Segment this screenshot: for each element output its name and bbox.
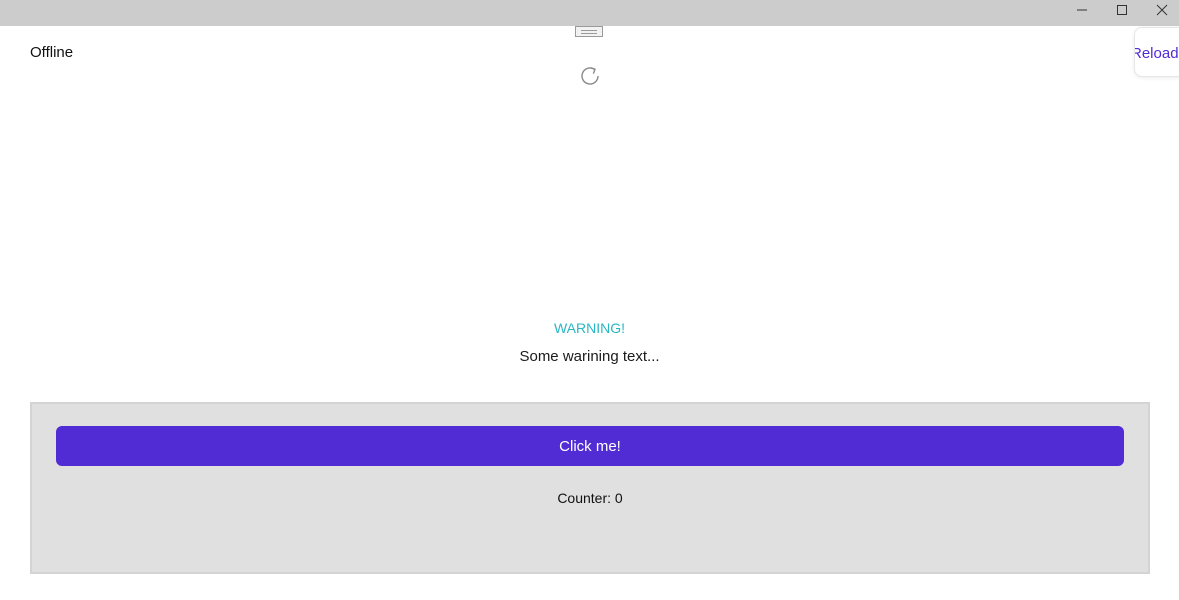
minimize-icon [1077,9,1087,11]
click-me-button[interactable]: Click me! [56,426,1124,466]
refresh-icon[interactable] [578,64,602,88]
reload-button[interactable]: Reload [1134,27,1179,77]
maximize-button[interactable] [1102,0,1142,20]
minimize-button[interactable] [1062,0,1102,20]
reload-label: Reload [1134,45,1179,62]
warning-text: Some warining text... [519,348,660,365]
warning-title: WARNING! [553,320,626,336]
close-button[interactable] [1142,0,1179,20]
maximize-icon [1117,5,1127,15]
close-icon [1156,4,1168,16]
counter-panel: Click me! Counter: 0 [30,402,1150,574]
counter-label: Counter: 0 [557,490,623,506]
connection-status: Offline [30,44,74,61]
title-bar [0,0,1179,26]
drag-handle[interactable] [575,26,603,37]
